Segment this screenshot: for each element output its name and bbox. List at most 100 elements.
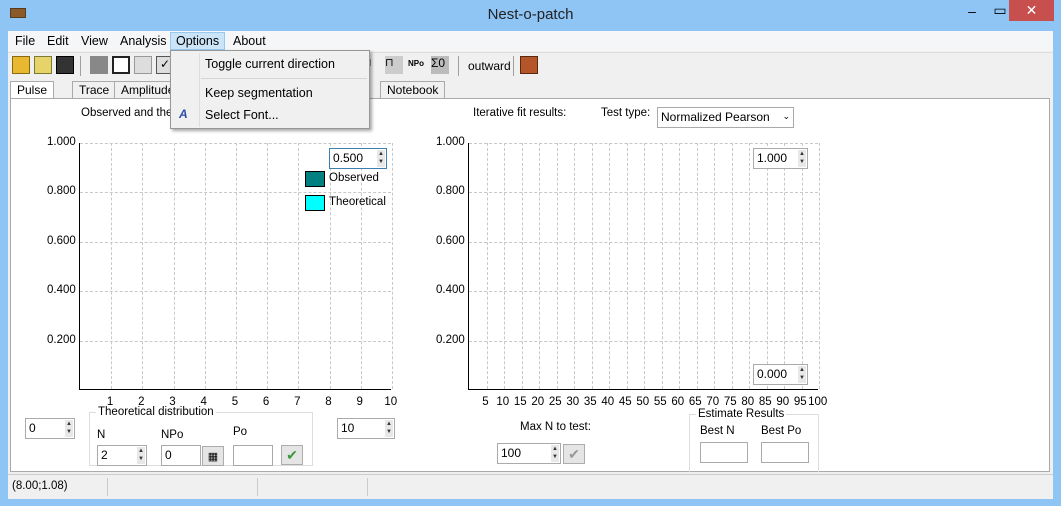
test-type-select[interactable]: Normalized Pearson ⌄ <box>657 107 794 128</box>
x-min-spin[interactable]: 0 ▲ ▼ <box>25 418 75 439</box>
right-chart-x-tick: 15 <box>513 396 527 408</box>
run-test-check-button[interactable]: ✔ <box>563 444 585 464</box>
menu-edit[interactable]: Edit <box>42 33 74 49</box>
right-chart-x-tick: 75 <box>723 396 737 408</box>
right-chart-y-tick: 0.600 <box>436 234 465 247</box>
left-chart-x-tick: 10 <box>384 396 398 408</box>
left-chart-y-tick: 0.800 <box>47 185 76 198</box>
y-max-spin[interactable]: 0.500 ▲ ▼ <box>329 148 387 169</box>
test-type-label: Test type: <box>601 107 651 119</box>
right-chart-x-tick: 95 <box>793 396 807 408</box>
spin-arrows-icon[interactable]: ▲ ▼ <box>551 445 559 462</box>
left-chart-grid-v <box>236 143 237 389</box>
menu-item-toggle-direction[interactable]: Toggle current direction <box>205 57 335 71</box>
status-panel-3 <box>258 478 368 496</box>
right-chart-grid-v <box>661 143 663 389</box>
exit-door-icon[interactable] <box>520 56 538 74</box>
n-label: N <box>97 429 106 441</box>
right-chart-x-tick: 40 <box>601 396 615 408</box>
right-chart-grid-v <box>766 143 768 389</box>
npo-input[interactable]: 0 <box>161 445 201 466</box>
status-bar: (8.00;1.08) <box>8 474 1053 498</box>
x-min-value: 0 <box>29 421 36 435</box>
left-chart-x-tick: 3 <box>169 396 176 408</box>
tab-pulse-tree[interactable]: Pulse Tree <box>10 81 55 111</box>
right-y-max-value: 1.000 <box>757 151 788 165</box>
direction-label[interactable]: outward <box>468 59 511 73</box>
right-y-min-spin[interactable]: 0.000 ▲ ▼ <box>753 364 808 385</box>
left-chart-y-tick: 0.400 <box>47 284 76 297</box>
right-y-max-spin[interactable]: 1.000 ▲ ▼ <box>753 148 808 169</box>
left-chart-x-tick: 7 <box>294 396 301 408</box>
right-chart-x-tick: 25 <box>548 396 562 408</box>
menu-view[interactable]: View <box>76 33 113 49</box>
open-icon[interactable] <box>12 56 30 74</box>
menu-options[interactable]: Options <box>170 32 226 50</box>
left-chart-grid-h <box>80 340 391 342</box>
npo-icon[interactable]: NPo <box>408 59 426 77</box>
right-chart-grid-h <box>469 192 818 194</box>
left-chart-grid-h <box>80 291 391 293</box>
apply-check-button[interactable]: ✔ <box>281 445 303 465</box>
best-po-label: Best Po <box>761 425 802 437</box>
best-n-output <box>700 442 748 463</box>
trace-icon[interactable]: ⊓ <box>385 56 403 74</box>
right-chart-x-tick: 55 <box>653 396 667 408</box>
x-max-spin[interactable]: 10 ▲ ▼ <box>337 418 395 439</box>
right-chart-grid-h <box>469 241 818 243</box>
minimize-button[interactable]: – <box>958 0 986 21</box>
right-chart-grid-h <box>469 291 818 293</box>
right-chart-title: Iterative fit results: <box>473 107 567 119</box>
left-chart-x-tick: 5 <box>231 396 239 408</box>
right-chart-x-tick: 20 <box>531 396 545 408</box>
spin-arrows-icon[interactable]: ▲ ▼ <box>798 150 806 167</box>
estimate-results-title: Estimate Results <box>698 408 785 420</box>
list-icon[interactable] <box>112 56 130 74</box>
save-icon[interactable] <box>56 56 74 74</box>
best-po-output <box>761 442 809 463</box>
right-chart-grid-v <box>539 143 540 389</box>
right-chart-x-tick: 35 <box>583 396 597 408</box>
left-chart-grid-v <box>204 143 206 389</box>
left-chart-x-tick: 8 <box>325 396 332 408</box>
max-n-spin[interactable]: 100 ▲ ▼ <box>497 443 561 464</box>
left-chart-grid-v <box>392 143 393 389</box>
main-window: File Edit View Analysis Options About ✓ … <box>8 31 1053 499</box>
legend-observed: Observed <box>329 172 379 184</box>
sum-icon[interactable]: Σ0 <box>431 56 449 74</box>
spin-arrows-icon[interactable]: ▲ ▼ <box>377 150 385 167</box>
spin-arrows-icon[interactable]: ▲ ▼ <box>137 447 145 464</box>
menu-analysis[interactable]: Analysis <box>115 33 172 49</box>
menu-about[interactable]: About <box>228 33 271 49</box>
po-input[interactable] <box>233 445 273 466</box>
close-button[interactable]: ✕ <box>1009 0 1054 21</box>
menu-file[interactable]: File <box>10 33 40 49</box>
right-chart-grid-v <box>696 143 698 389</box>
n-spin[interactable]: 2 ▲ ▼ <box>97 445 147 466</box>
n-value: 2 <box>101 448 108 462</box>
right-chart-grid-v <box>609 143 610 389</box>
title-bar: Nest-o-patch – ▭ ✕ <box>0 0 1061 31</box>
spin-arrows-icon[interactable]: ▲ ▼ <box>65 420 73 437</box>
tool-icon[interactable] <box>90 56 108 74</box>
calculator-button[interactable]: ▦ <box>202 446 224 466</box>
menu-item-select-font[interactable]: Select Font... <box>205 108 279 122</box>
left-chart-grid-h <box>80 192 391 194</box>
chevron-down-icon: ⌄ <box>782 111 790 121</box>
spin-arrows-icon[interactable]: ▲ ▼ <box>798 366 806 383</box>
tab-notebook[interactable]: Notebook <box>380 81 446 99</box>
menu-item-keep-segmentation[interactable]: Keep segmentation <box>205 86 313 100</box>
right-chart-grid-v <box>801 143 803 389</box>
right-chart-grid-h <box>469 340 818 342</box>
right-chart-grid-v <box>714 143 715 389</box>
tab-trace[interactable]: Trace <box>72 81 117 99</box>
theoretical-distribution-title: Theoretical distribution <box>98 406 214 418</box>
left-chart-grid-v <box>173 143 175 389</box>
left-chart-x-tick: 2 <box>138 396 145 408</box>
fit-icon[interactable] <box>134 56 152 74</box>
left-chart-x-tick: 6 <box>262 396 270 408</box>
right-chart-x-tick: 90 <box>776 396 790 408</box>
open-file-icon[interactable] <box>34 56 52 74</box>
left-chart-x-tick: 4 <box>200 396 207 408</box>
spin-arrows-icon[interactable]: ▲ ▼ <box>385 420 393 437</box>
